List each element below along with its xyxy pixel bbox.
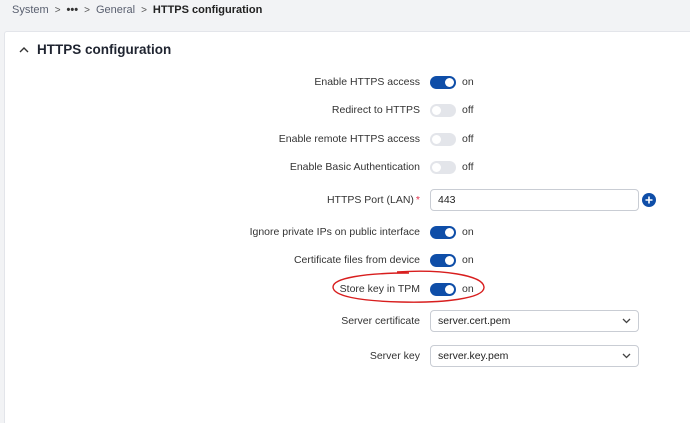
redirect-https-toggle[interactable]: [430, 103, 456, 117]
chevron-down-icon: [622, 315, 631, 327]
breadcrumb-current: HTTPS configuration: [152, 4, 263, 16]
toggle-knob: [445, 227, 454, 237]
server-key-select[interactable]: server.key.pem: [430, 345, 639, 367]
chevron-right-icon: >: [141, 4, 147, 16]
server-certificate-label: Server certificate: [341, 315, 420, 327]
toggle-knob: [432, 134, 441, 144]
required-mark: *: [415, 194, 420, 206]
ignore-private-ips-state: on: [462, 226, 474, 238]
store-key-tpm-toggle[interactable]: [430, 282, 456, 296]
row-redirect-https: Redirect to HTTPS off: [5, 99, 690, 121]
row-ignore-private-ips: Ignore private IPs on public interface o…: [5, 221, 690, 243]
toggle-knob: [445, 77, 454, 87]
chevron-up-icon[interactable]: [17, 43, 31, 57]
redirect-https-label: Redirect to HTTPS: [331, 104, 420, 116]
panel-title: HTTPS configuration: [37, 42, 172, 57]
cert-files-device-label: Certificate files from device: [293, 254, 420, 266]
row-server-certificate: Server certificate server.cert.pem: [5, 310, 690, 332]
remote-https-state: off: [462, 133, 474, 145]
breadcrumb: System > ••• > General > HTTPS configura…: [12, 3, 262, 17]
breadcrumb-ellipsis[interactable]: •••: [67, 4, 79, 16]
server-certificate-select[interactable]: server.cert.pem: [430, 310, 639, 332]
basic-auth-toggle[interactable]: [430, 160, 456, 174]
remote-https-toggle[interactable]: [430, 132, 456, 146]
breadcrumb-general[interactable]: General: [96, 4, 135, 16]
https-port-label-text: HTTPS Port (LAN): [326, 194, 414, 206]
https-port-label: HTTPS Port (LAN) *: [327, 189, 420, 211]
breadcrumb-system[interactable]: System: [12, 4, 49, 16]
row-basic-auth: Enable Basic Authentication off: [5, 156, 690, 178]
chevron-right-icon: >: [54, 4, 61, 16]
enable-https-toggle[interactable]: [430, 75, 456, 89]
panel-header: HTTPS configuration: [17, 42, 171, 57]
basic-auth-label: Enable Basic Authentication: [289, 161, 420, 173]
store-key-tpm-label: Store key in TPM: [339, 283, 420, 295]
remote-https-label: Enable remote HTTPS access: [278, 133, 420, 145]
row-server-key: Server key server.key.pem: [5, 345, 690, 367]
ignore-private-ips-toggle[interactable]: [430, 225, 456, 239]
chevron-right-icon: >: [84, 4, 90, 16]
cert-files-device-state: on: [462, 254, 474, 266]
basic-auth-state: off: [462, 161, 474, 173]
row-cert-files-device: Certificate files from device on: [5, 249, 690, 271]
https-config-panel: HTTPS configuration Enable HTTPS access …: [4, 31, 690, 423]
cert-files-device-toggle[interactable]: [430, 253, 456, 267]
row-https-port: HTTPS Port (LAN) *: [5, 189, 690, 211]
row-remote-https: Enable remote HTTPS access off: [5, 128, 690, 150]
row-store-key-tpm: Store key in TPM on: [5, 278, 690, 300]
toggle-knob: [445, 284, 454, 294]
server-certificate-value: server.cert.pem: [438, 315, 511, 327]
https-port-input[interactable]: [430, 189, 639, 211]
chevron-down-icon: [622, 350, 631, 362]
plus-circle-icon[interactable]: [642, 193, 656, 207]
toggle-knob: [445, 255, 454, 265]
server-key-label: Server key: [369, 350, 420, 362]
enable-https-label: Enable HTTPS access: [314, 76, 420, 88]
toggle-knob: [432, 162, 441, 172]
ignore-private-ips-label: Ignore private IPs on public interface: [249, 226, 420, 238]
redirect-https-state: off: [462, 104, 474, 116]
row-enable-https: Enable HTTPS access on: [5, 71, 690, 93]
toggle-knob: [432, 105, 441, 115]
store-key-tpm-state: on: [462, 283, 474, 295]
server-key-value: server.key.pem: [438, 350, 509, 362]
enable-https-state: on: [462, 76, 474, 88]
